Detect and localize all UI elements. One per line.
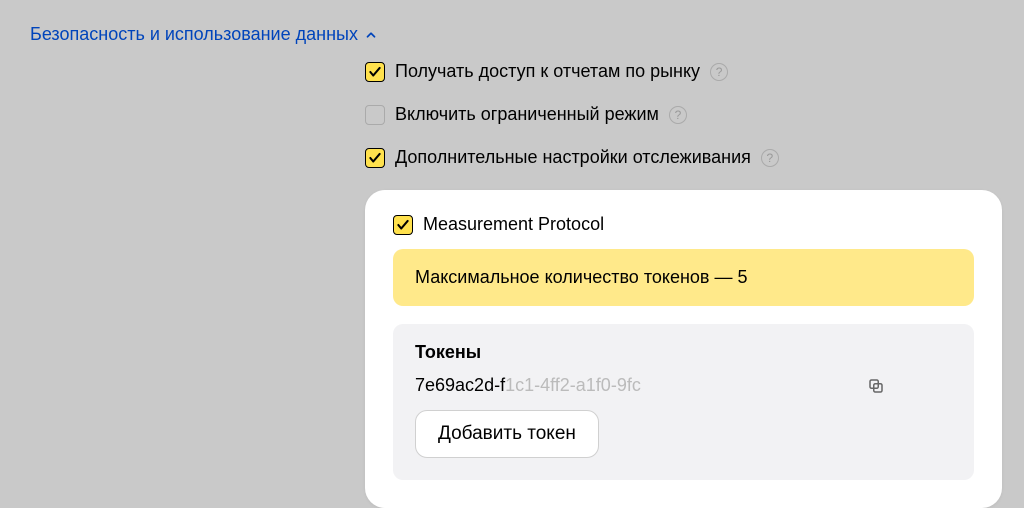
measurement-protocol-panel: Measurement Protocol Максимальное количе… xyxy=(365,190,1002,508)
checkbox-tracking-settings[interactable] xyxy=(365,148,385,168)
checkbox-market-reports[interactable] xyxy=(365,62,385,82)
section-title: Безопасность и использование данных xyxy=(30,24,358,45)
option-label: Measurement Protocol xyxy=(423,214,604,235)
chevron-up-icon xyxy=(364,28,378,42)
help-icon[interactable]: ? xyxy=(710,63,728,81)
section-header-security[interactable]: Безопасность и использование данных xyxy=(0,0,378,61)
option-label: Включить ограниченный режим xyxy=(395,104,659,125)
copy-icon[interactable] xyxy=(867,377,885,395)
option-limited-mode: Включить ограниченный режим ? xyxy=(365,104,1004,125)
option-label: Дополнительные настройки отслеживания xyxy=(395,147,751,168)
checkbox-limited-mode[interactable] xyxy=(365,105,385,125)
token-value: 7e69ac2d-f1c1-4ff2-a1f0-9fc xyxy=(415,375,641,396)
token-row: 7e69ac2d-f1c1-4ff2-a1f0-9fc xyxy=(415,375,885,396)
tokens-limit-notice: Максимальное количество токенов — 5 xyxy=(393,249,974,306)
option-measurement-protocol: Measurement Protocol xyxy=(393,214,974,235)
tokens-title: Токены xyxy=(415,342,952,363)
checkbox-measurement-protocol[interactable] xyxy=(393,215,413,235)
option-tracking-settings: Дополнительные настройки отслеживания ? xyxy=(365,147,1004,168)
help-icon[interactable]: ? xyxy=(761,149,779,167)
add-token-button[interactable]: Добавить токен xyxy=(415,410,599,458)
option-market-reports: Получать доступ к отчетам по рынку ? xyxy=(365,61,1004,82)
tokens-box: Токены 7e69ac2d-f1c1-4ff2-a1f0-9fc Добав… xyxy=(393,324,974,480)
option-label: Получать доступ к отчетам по рынку xyxy=(395,61,700,82)
help-icon[interactable]: ? xyxy=(669,106,687,124)
